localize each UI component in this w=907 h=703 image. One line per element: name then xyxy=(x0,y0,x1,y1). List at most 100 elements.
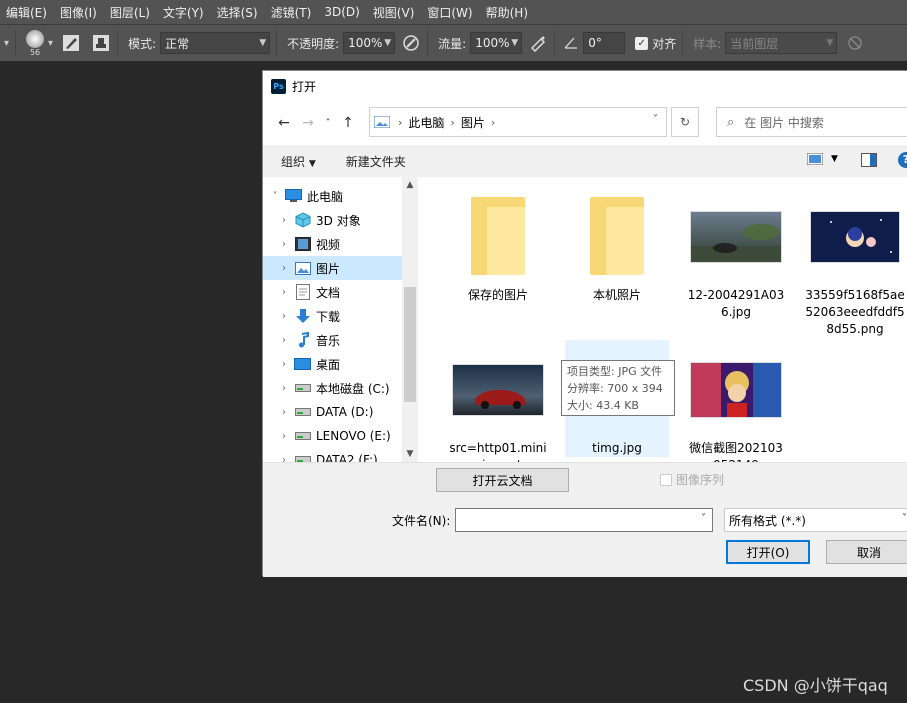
menu-image[interactable]: 图像(I) xyxy=(60,4,97,21)
file-name: 本机照片 xyxy=(592,288,641,302)
nav-item[interactable]: ˅ 此电脑 xyxy=(263,184,402,208)
open-button[interactable]: 打开(O) xyxy=(726,540,810,564)
flow-input[interactable]: 100% ▼ xyxy=(470,32,523,54)
nav-item-label: 视频 xyxy=(316,237,341,252)
chevron-down-icon[interactable]: ˅ xyxy=(701,513,706,524)
image-sequence-checkbox[interactable]: 图像序列 xyxy=(660,471,724,488)
expand-chevron-icon[interactable]: › xyxy=(278,431,290,442)
tool-preset-chevron-icon[interactable]: ▾ xyxy=(4,38,9,49)
help-icon[interactable]: ? xyxy=(898,152,907,168)
nav-item[interactable]: › 3D 对象 xyxy=(263,208,402,232)
menu-edit[interactable]: 编辑(E) xyxy=(6,4,47,21)
menu-help[interactable]: 帮助(H) xyxy=(486,4,528,21)
airbrush-icon[interactable] xyxy=(528,33,548,53)
sample-select[interactable]: 当前图层 ▼ xyxy=(725,32,838,54)
organize-button[interactable]: 组织 ▼ xyxy=(281,153,316,170)
brush-settings-icon[interactable] xyxy=(61,33,81,53)
clone-source-icon[interactable] xyxy=(91,33,111,53)
angle-input[interactable]: 0° xyxy=(583,32,626,54)
align-checkbox[interactable]: ✓ 对齐 xyxy=(635,35,676,52)
search-input[interactable]: ⌕ 在 图片 中搜索 xyxy=(716,107,907,137)
filter-value: 所有格式 (*.*) xyxy=(729,513,806,528)
nav-item[interactable]: › 音乐 xyxy=(263,328,402,352)
up-arrow-icon[interactable]: ↑ xyxy=(337,112,359,134)
folder-item[interactable]: 保存的图片 xyxy=(446,187,550,304)
folder-item[interactable]: 本机照片 xyxy=(565,187,669,304)
opacity-input[interactable]: 100% ▼ xyxy=(343,32,396,54)
breadcrumb-this-pc[interactable]: 此电脑 xyxy=(408,114,444,131)
file-name: timg.jpg xyxy=(592,441,642,455)
video-icon xyxy=(294,237,311,252)
expand-chevron-icon[interactable]: › xyxy=(278,263,290,274)
image-file-item[interactable]: 33559f5168f5ae52063eeedfddf58d55.png xyxy=(803,187,907,338)
recent-locations-chevron-icon[interactable]: ˅ xyxy=(321,112,335,134)
chevron-down-icon: ▼ xyxy=(826,38,834,48)
drive-icon xyxy=(294,381,311,396)
expand-chevron-icon[interactable]: › xyxy=(278,455,290,463)
scroll-down-icon[interactable]: ▼ xyxy=(402,446,418,462)
chevron-down-icon: ▼ xyxy=(511,38,519,48)
pressure-opacity-icon[interactable] xyxy=(401,33,421,53)
expand-chevron-icon[interactable]: › xyxy=(278,215,290,226)
nav-item[interactable]: › 本地磁盘 (C:) xyxy=(263,376,402,400)
expand-chevron-icon[interactable]: › xyxy=(278,239,290,250)
open-cloud-document-button[interactable]: 打开云文档 xyxy=(436,468,569,492)
filename-input[interactable]: ˅ xyxy=(455,508,713,532)
nav-item-label: DATA2 (F:) xyxy=(316,453,378,462)
dialog-title: 打开 xyxy=(292,79,317,94)
image-file-item[interactable]: 12-2004291A036.jpg xyxy=(684,187,788,321)
file-info-tooltip: 项目类型: JPG 文件 分辨率: 700 x 394 大小: 43.4 KB xyxy=(561,360,675,416)
nav-item[interactable]: › 视频 xyxy=(263,232,402,256)
expand-chevron-icon[interactable]: › xyxy=(278,287,290,298)
address-dropdown-icon[interactable]: ˅ xyxy=(653,114,658,125)
nav-item[interactable]: › DATA (D:) xyxy=(263,400,402,424)
menu-layer[interactable]: 图层(L) xyxy=(110,4,150,21)
scroll-up-icon[interactable]: ▲ xyxy=(402,177,418,193)
nav-item[interactable]: › LENOVO (E:) xyxy=(263,424,402,448)
image-file-item[interactable]: src=http01.minipic.east xyxy=(446,340,550,462)
menu-type[interactable]: 文字(Y) xyxy=(163,4,204,21)
preview-pane-icon[interactable] xyxy=(861,153,877,170)
nav-scrollbar[interactable]: ▲ ▼ xyxy=(402,177,418,462)
back-arrow-icon[interactable]: ← xyxy=(273,112,295,134)
nav-item[interactable]: › 图片 xyxy=(263,256,402,280)
expand-chevron-icon[interactable]: › xyxy=(278,359,290,370)
brush-preset-picker[interactable]: 56 xyxy=(26,29,45,57)
nav-item[interactable]: › 桌面 xyxy=(263,352,402,376)
refresh-button[interactable]: ↻ xyxy=(671,107,699,137)
cancel-button[interactable]: 取消 xyxy=(826,540,907,564)
menu-select[interactable]: 选择(S) xyxy=(217,4,258,21)
expand-chevron-icon[interactable]: › xyxy=(278,407,290,418)
expand-chevron-icon[interactable]: › xyxy=(278,311,290,322)
checkbox-box xyxy=(660,473,672,486)
angle-icon xyxy=(561,33,581,53)
expand-chevron-icon[interactable]: › xyxy=(278,383,290,394)
ignore-adjustment-icon[interactable] xyxy=(845,33,865,53)
menu-window[interactable]: 窗口(W) xyxy=(427,4,472,21)
address-bar[interactable]: › 此电脑 › 图片 › ˅ xyxy=(369,107,667,137)
menu-3d[interactable]: 3D(D) xyxy=(324,5,359,19)
scrollbar-thumb[interactable] xyxy=(404,287,416,402)
desktop-icon xyxy=(294,357,311,372)
new-folder-button[interactable]: 新建文件夹 xyxy=(346,153,406,170)
collapse-chevron-icon[interactable]: ˅ xyxy=(269,191,281,202)
view-options[interactable]: ▼ xyxy=(807,153,838,165)
nav-item-label: 桌面 xyxy=(316,357,341,372)
file-name: src=http01.minipic.east xyxy=(449,441,547,462)
3d-objects-icon xyxy=(294,212,311,228)
image-file-item[interactable]: 微信截图202103052149 xyxy=(684,340,788,462)
brush-chevron-icon[interactable]: ▾ xyxy=(48,38,53,49)
breadcrumb-pictures[interactable]: 图片 xyxy=(461,114,485,131)
nav-item-label: 3D 对象 xyxy=(316,213,361,228)
forward-arrow-icon[interactable]: → xyxy=(297,112,319,134)
divider xyxy=(682,30,684,56)
file-type-filter[interactable]: 所有格式 (*.*) ˅ xyxy=(724,508,907,532)
menu-view[interactable]: 视图(V) xyxy=(373,4,415,21)
mode-select[interactable]: 正常 ▼ xyxy=(160,32,271,54)
nav-item[interactable]: › DATA2 (F:) xyxy=(263,448,402,462)
nav-item[interactable]: › 下载 xyxy=(263,304,402,328)
nav-item[interactable]: › 文档 xyxy=(263,280,402,304)
menu-filter[interactable]: 滤镜(T) xyxy=(271,4,312,21)
expand-chevron-icon[interactable]: › xyxy=(278,335,290,346)
search-icon: ⌕ xyxy=(727,114,735,130)
